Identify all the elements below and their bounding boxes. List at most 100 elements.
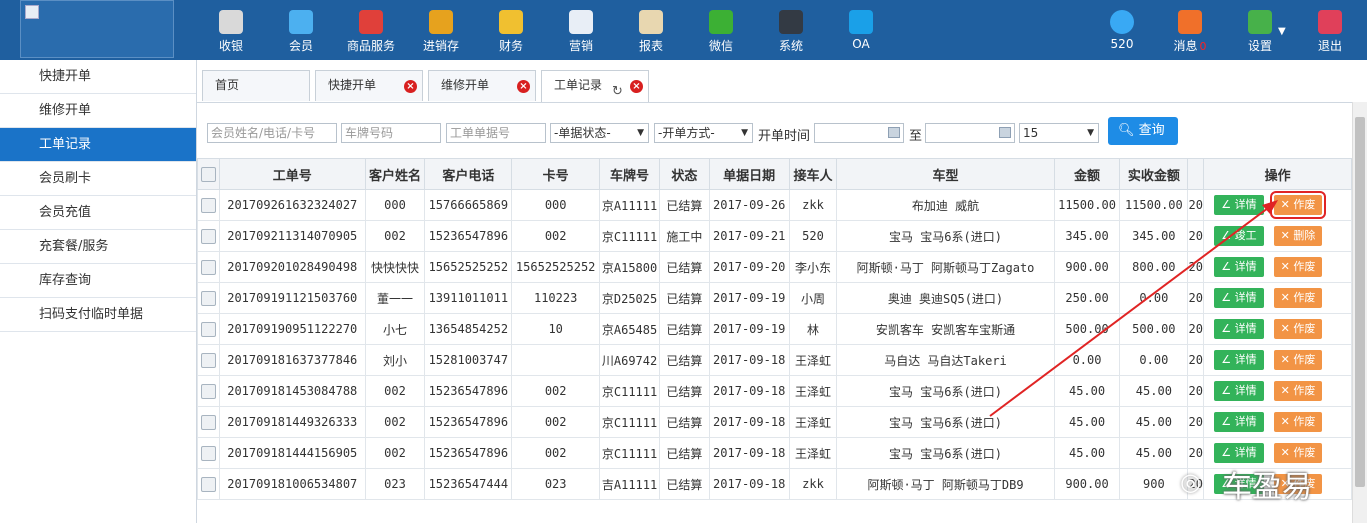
order-method-select[interactable]: -开单方式- ▼ [654, 123, 753, 143]
end-date-input[interactable] [925, 123, 1015, 143]
table-cell: 15236547896 [424, 437, 513, 469]
sidebar-item-6[interactable]: 库存查询 [0, 264, 196, 298]
row-action-button-primary[interactable]: ∠ 详情 [1214, 319, 1264, 339]
row-checkbox[interactable] [200, 476, 216, 492]
tab-label: 工单记录 [554, 78, 603, 92]
row-select-cell [197, 406, 220, 438]
table-cell: 13654854252 [424, 313, 513, 345]
row-action-button-primary[interactable]: ∠ 详情 [1214, 288, 1264, 308]
nav-oa[interactable]: OA [831, 0, 891, 60]
close-tab-icon[interactable]: × [517, 80, 530, 93]
tab-home[interactable]: 首页 [202, 70, 310, 101]
messages-label: 消息 [1173, 39, 1198, 53]
order-status-select[interactable]: -单据状态- ▼ [550, 123, 649, 143]
messages-button[interactable]: 消息 0 [1160, 0, 1220, 60]
nav-member[interactable]: 会员 [271, 0, 331, 60]
row-checkbox[interactable] [200, 228, 216, 244]
select-all-checkbox[interactable] [200, 166, 216, 182]
order-number-input[interactable]: 工单单据号 [446, 123, 546, 143]
tab-quick-order[interactable]: 快捷开单 × [315, 70, 423, 101]
nav-label: OA [852, 37, 870, 51]
page-size-value: 15 [1023, 126, 1039, 140]
table-cell: 201709181006534807 [218, 468, 366, 500]
plate-number-input[interactable]: 车牌号码 [341, 123, 441, 143]
member-search-input[interactable]: 会员姓名/电话/卡号 [207, 123, 337, 143]
row-action-button-primary[interactable]: ∠ 详情 [1214, 381, 1264, 401]
calendar-icon[interactable] [999, 127, 1011, 138]
row-select-cell [197, 189, 220, 221]
row-actions-cell: ∠ 竣工 ✕ 删除 [1203, 220, 1352, 252]
sidebar-item-0[interactable]: 快捷开单 [0, 60, 196, 94]
row-action-button-secondary[interactable]: ✕ 作废 [1273, 288, 1323, 308]
logout-button[interactable]: 退出 [1300, 0, 1360, 60]
row-action-button-primary[interactable]: ∠ 详情 [1214, 195, 1264, 215]
row-checkbox[interactable] [200, 259, 216, 275]
tab-repair-order[interactable]: 维修开单 × [428, 70, 536, 101]
table-row: 201709190951122270 小七 13654854252 10 京A65485… [197, 313, 1352, 345]
nav-megaphone[interactable]: 营销 [551, 0, 611, 60]
scrollbar-thumb[interactable] [1355, 117, 1365, 487]
table-cell: 15236547444 [424, 468, 513, 500]
row-actions-cell: ∠ 详情 ✕ 作废 [1203, 282, 1352, 314]
row-action-button-secondary[interactable]: ✕ 作废 [1273, 350, 1323, 370]
table-cell: 110223 [511, 282, 601, 314]
row-action-button-primary[interactable]: ∠ 详情 [1214, 412, 1264, 432]
tab-work-order-records[interactable]: 工单记录 ↻ × [541, 70, 649, 102]
nav-report[interactable]: 报表 [621, 0, 681, 60]
sidebar-item-5[interactable]: 充套餐/服务 [0, 230, 196, 264]
row-checkbox[interactable] [200, 352, 216, 368]
row-checkbox[interactable] [200, 383, 216, 399]
row-action-button-primary[interactable]: ∠ 竣工 [1214, 226, 1264, 246]
settings-button[interactable]: 设置 ▼ [1230, 0, 1290, 60]
row-checkbox[interactable] [200, 321, 216, 337]
table-cell: 20 [1187, 344, 1205, 376]
row-action-button-primary[interactable]: ∠ 详情 [1214, 350, 1264, 370]
row-checkbox[interactable] [200, 290, 216, 306]
row-action-button-primary[interactable]: ∠ 详情 [1214, 257, 1264, 277]
row-checkbox[interactable] [200, 445, 216, 461]
nav-goods-service[interactable]: 商品服务 [341, 0, 401, 60]
page-size-select[interactable]: 15 ▼ [1019, 123, 1099, 143]
table-cell: zkk [788, 468, 838, 500]
sidebar-item-4[interactable]: 会员充值 [0, 196, 196, 230]
row-checkbox[interactable] [200, 414, 216, 430]
query-button[interactable]: 🔍︎ 查询 [1108, 117, 1178, 145]
table-cell: 布加迪 威航 [836, 189, 1055, 221]
highlighted-void-button[interactable]: ✕ 作废 [1269, 191, 1327, 219]
table-cell: 20 [1187, 251, 1205, 283]
table-row: 201709201028490498 快快快快 15652525252 1565252… [197, 251, 1352, 283]
table-cell: 002 [511, 375, 601, 407]
nav-wechat[interactable]: 微信 [691, 0, 751, 60]
refresh-icon[interactable]: ↻ [612, 77, 623, 106]
table-cell: 20 [1187, 375, 1205, 407]
sidebar-item-3[interactable]: 会员刷卡 [0, 162, 196, 196]
nav-inventory[interactable]: 进销存 [411, 0, 471, 60]
table-cell: 京C11111 [599, 375, 661, 407]
close-tab-icon[interactable]: × [630, 80, 643, 93]
nav-monitor[interactable]: 系统 [761, 0, 821, 60]
row-action-button-secondary[interactable]: ✕ 删除 [1273, 226, 1323, 246]
sidebar-item-2[interactable]: 工单记录 [0, 128, 196, 162]
table-cell: 002 [511, 437, 601, 469]
sidebar-item-1[interactable]: 维修开单 [0, 94, 196, 128]
table-cell: 900.00 [1053, 251, 1121, 283]
vertical-scrollbar[interactable] [1352, 102, 1367, 523]
user-button[interactable]: 520 [1092, 0, 1152, 60]
row-action-button-secondary[interactable]: ✕ 作废 [1273, 319, 1323, 339]
calendar-icon[interactable] [888, 127, 900, 138]
close-tab-icon[interactable]: × [404, 80, 417, 93]
table-cell: 15236547896 [424, 375, 513, 407]
sidebar-item-7[interactable]: 扫码支付临时单据 [0, 298, 196, 332]
nav-finance[interactable]: 财务 [481, 0, 541, 60]
row-checkbox[interactable] [200, 197, 216, 213]
table-cell: 11500.00 [1053, 189, 1121, 221]
table-cell: 已结算 [659, 251, 710, 283]
row-action-button-secondary[interactable]: ✕ 作废 [1273, 257, 1323, 277]
table-cell: 15766665869 [424, 189, 513, 221]
row-action-button-secondary[interactable]: ✕ 作废 [1273, 381, 1323, 401]
nav-cash-register[interactable]: 收银 [201, 0, 261, 60]
start-date-input[interactable] [814, 123, 904, 143]
table-cell: 2017-09-20 [708, 251, 790, 283]
action-label: 详情 [1234, 322, 1257, 335]
row-action-button-secondary[interactable]: ✕ 作废 [1273, 412, 1323, 432]
